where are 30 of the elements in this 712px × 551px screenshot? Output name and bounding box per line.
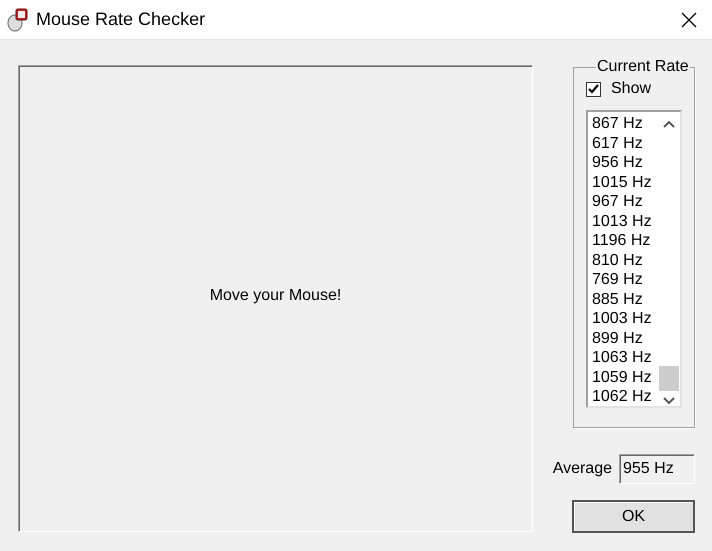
rate-item: 1015 Hz: [592, 172, 653, 192]
scroll-down-icon[interactable]: [663, 397, 675, 405]
rate-item: 810 Hz: [592, 250, 644, 270]
show-checkbox[interactable]: [586, 82, 601, 96]
average-label: Average: [552, 460, 612, 478]
close-icon: [681, 12, 697, 28]
scroll-up-icon[interactable]: [663, 120, 675, 128]
show-label[interactable]: Show: [611, 80, 652, 98]
ok-button[interactable]: OK: [572, 500, 695, 533]
instruction-text: Move your Mouse!: [210, 286, 342, 304]
rate-item: 967 Hz: [592, 192, 644, 212]
rate-item: 1003 Hz: [592, 309, 653, 328]
rate-item: 1062 Hz: [592, 387, 653, 406]
rate-item: 1013 Hz: [592, 212, 653, 231]
rate-list[interactable]: 867 Hz 617 Hz 956 Hz 1015 Hz 967 Hz 1013 Hz 1196 Hz 810 Hz 769 Hz 885 Hz 1003 Hz 899 Hz 1063 Hz 1059 Hz 1062 Hz: [586, 110, 682, 408]
rate-item: 1196 Hz: [592, 231, 652, 250]
tracking-area[interactable]: Move your Mouse!: [18, 65, 533, 532]
average-field[interactable]: 955 Hz: [619, 454, 695, 484]
rate-item: 899 Hz: [592, 328, 644, 348]
rate-item: 1063 Hz: [592, 348, 653, 368]
group-title: Current Rate: [596, 58, 690, 76]
rate-item: 867 Hz: [592, 114, 644, 134]
rate-item: 769 Hz: [592, 270, 644, 290]
rate-item: 1059 Hz: [592, 368, 653, 387]
mouse-icon: [6, 8, 28, 32]
scroll-thumb[interactable]: [659, 366, 679, 391]
rate-item: 956 Hz: [592, 153, 644, 172]
rate-item: 617 Hz: [592, 134, 644, 153]
window-title: Mouse Rate Checker: [36, 9, 206, 30]
rate-item: 885 Hz: [592, 290, 644, 309]
